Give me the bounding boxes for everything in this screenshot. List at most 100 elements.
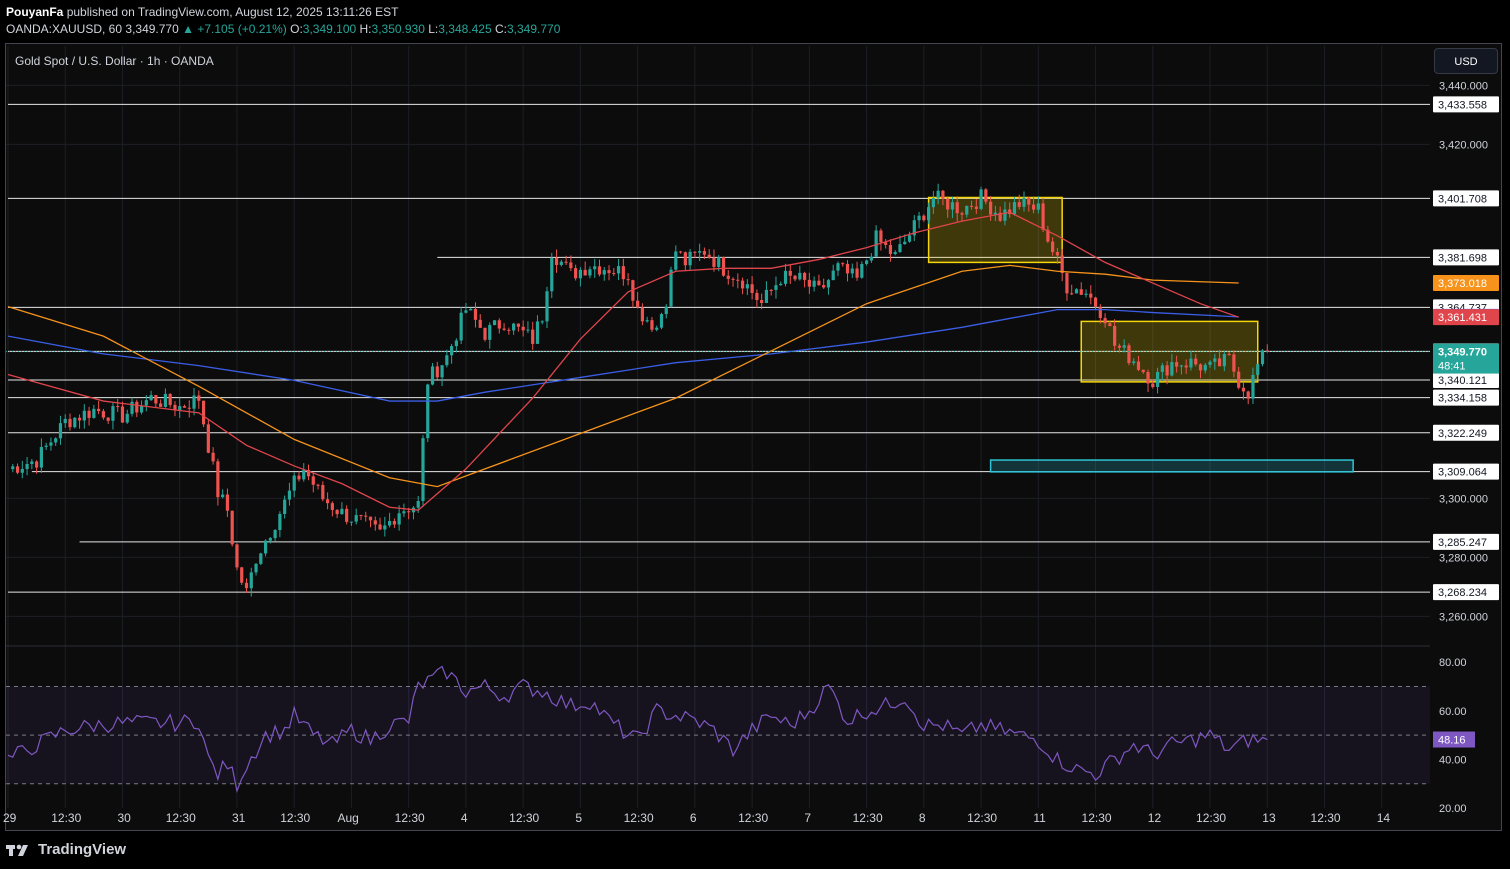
candle-body <box>440 365 444 378</box>
x-tick-label: 13 <box>1262 811 1276 825</box>
candle-body <box>969 205 974 207</box>
candle-body <box>92 408 96 418</box>
candle-body <box>230 510 234 545</box>
last-price-tag: 3,349.770 <box>1438 347 1487 359</box>
x-tick-label: 12 <box>1148 811 1162 825</box>
candle-body <box>574 268 578 279</box>
candle-body <box>812 280 816 287</box>
candle-body <box>569 262 573 269</box>
candle-body <box>97 408 101 412</box>
level-tag: 3,433.558 <box>1438 99 1487 111</box>
rsi-y-tick: 40.00 <box>1439 754 1467 766</box>
candle-body <box>469 308 473 311</box>
candle-body <box>58 423 63 439</box>
level-tag: 3,309.064 <box>1438 467 1487 479</box>
candle-body <box>197 395 201 401</box>
candle-body <box>597 266 602 275</box>
x-tick-label: 31 <box>232 811 246 825</box>
candle-body <box>201 400 206 425</box>
candle-body <box>416 501 420 508</box>
candle-body <box>922 215 926 221</box>
candle-body <box>626 279 630 281</box>
tradingview-logo[interactable]: TradingView <box>6 841 126 858</box>
candle-body <box>77 417 82 421</box>
candle-body <box>535 321 540 344</box>
ema-mid-line <box>7 264 1239 488</box>
candle-body <box>893 252 897 254</box>
candle-body <box>35 461 39 468</box>
candle-body <box>807 279 811 287</box>
candle-body <box>459 312 463 341</box>
candle-body <box>225 494 230 511</box>
candle-body <box>454 340 458 347</box>
rsi-y-tick: 20.00 <box>1439 803 1467 815</box>
candle-body <box>349 521 354 523</box>
candle-body <box>783 270 788 284</box>
candle-body <box>1165 365 1169 376</box>
price-chart[interactable]: 3,440.000 3,420.000 3,300.000 3,280.000 3,26… <box>0 0 1510 869</box>
candle-body <box>855 268 859 278</box>
candle-body <box>125 413 129 423</box>
candle-body <box>974 206 978 209</box>
candle-body <box>221 494 225 498</box>
candle-body <box>917 215 921 221</box>
candle-body <box>168 393 172 405</box>
candle-body <box>1093 297 1098 307</box>
candle-body <box>297 475 301 480</box>
candle-body <box>1074 289 1079 294</box>
candle-body <box>321 485 325 500</box>
candle-body <box>526 329 530 331</box>
candle-body <box>1065 272 1069 294</box>
x-tick-label: 30 <box>117 811 131 825</box>
candle-body <box>345 508 349 522</box>
candle-body <box>402 511 406 514</box>
candle-body <box>464 310 468 313</box>
x-tick-label: 12:30 <box>51 811 81 825</box>
candle-body <box>1017 202 1021 207</box>
candle-body <box>154 395 158 404</box>
candle-body <box>1060 255 1064 273</box>
candle-body <box>745 284 749 289</box>
x-tick-label: 5 <box>575 811 582 825</box>
candle-body <box>1213 358 1217 362</box>
candle-body <box>240 567 244 583</box>
y-tick-label: 3,280.000 <box>1439 552 1488 564</box>
candle-body <box>989 201 993 215</box>
candle-body <box>655 327 659 330</box>
candle-body <box>44 445 48 447</box>
candle-body <box>25 464 29 470</box>
candle-body <box>955 202 959 214</box>
candle-body <box>822 285 826 288</box>
candle-body <box>755 292 759 300</box>
currency-button[interactable]: USD <box>1434 48 1498 74</box>
candle-body <box>674 251 678 270</box>
candle-body <box>283 499 287 514</box>
candle-body <box>1217 358 1222 367</box>
ma-price-tag: 3,373.018 <box>1438 278 1487 290</box>
candle-body <box>879 230 883 243</box>
candle-body <box>559 261 563 265</box>
candle-body <box>1079 289 1083 295</box>
x-tick-label: 12:30 <box>280 811 310 825</box>
candle-body <box>435 366 439 378</box>
x-tick-label: 12:30 <box>738 811 768 825</box>
candle-body <box>378 524 382 530</box>
candle-body <box>564 261 568 263</box>
x-tick-label: 8 <box>919 811 926 825</box>
candle-body <box>898 244 902 253</box>
candle-body <box>698 251 702 253</box>
candle-body <box>1232 354 1236 372</box>
ma-price-tag: 3,361.431 <box>1438 312 1487 324</box>
candle-body <box>1155 371 1160 387</box>
candle-body <box>874 230 878 257</box>
candle-body <box>483 327 487 340</box>
candle-body <box>368 516 373 521</box>
x-tick-label: 6 <box>690 811 697 825</box>
candle-body <box>1031 204 1036 210</box>
zone-box <box>989 459 1354 473</box>
candle-body <box>1012 202 1017 215</box>
candle-body <box>607 270 611 274</box>
candle-body <box>736 279 740 281</box>
candle-body <box>788 270 792 276</box>
ema-slow-line <box>7 308 1239 402</box>
